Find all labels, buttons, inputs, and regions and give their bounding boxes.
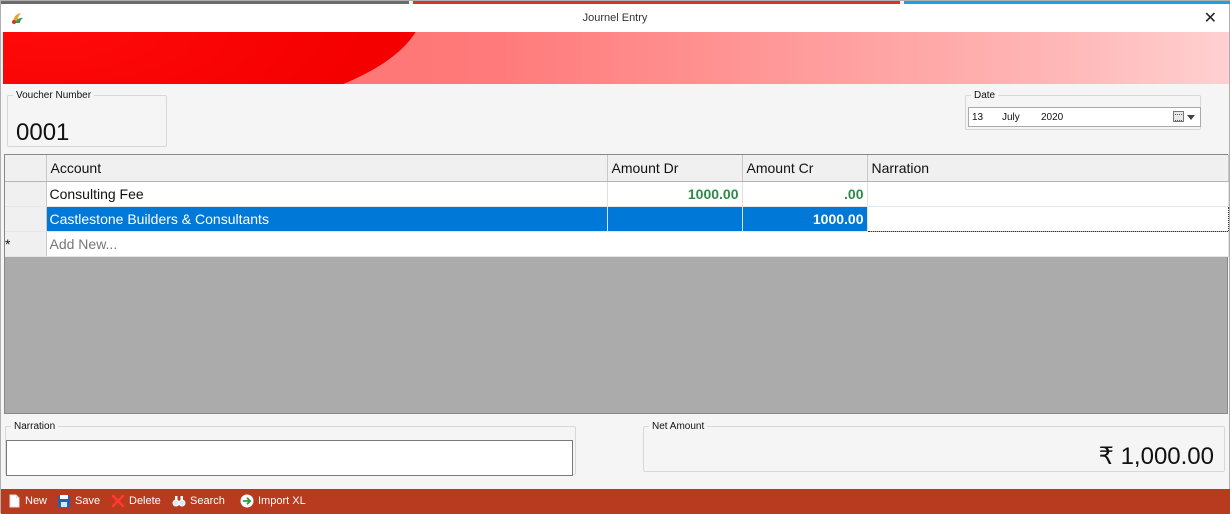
header-banner	[3, 32, 1229, 84]
amount-cr-cell[interactable]: 1000.00	[742, 206, 868, 232]
narration-cell-editing[interactable]	[866, 205, 1229, 232]
narration-label: Narration	[14, 421, 56, 432]
import-xl-button[interactable]: Import XL	[240, 494, 310, 510]
amount-dr-cell[interactable]	[607, 206, 743, 232]
new-row-marker: *	[5, 231, 47, 257]
new-button[interactable]: New	[7, 494, 49, 510]
narration-group: Narration	[5, 421, 576, 476]
table-row[interactable]: Consulting Fee 1000.00 .00	[5, 181, 1229, 207]
date-year[interactable]: 2020	[1041, 112, 1063, 123]
add-new-placeholder[interactable]: Add New...	[46, 231, 1229, 257]
grid-header-row: Account Amount Dr Amount Cr Narration	[5, 155, 1229, 182]
amount-cr-cell[interactable]: .00	[742, 181, 868, 207]
title-bar: Journel Entry ✕	[1, 4, 1229, 32]
voucher-number-group: Voucher Number 0001	[7, 90, 167, 147]
amount-dr-cell[interactable]: 1000.00	[607, 181, 743, 207]
new-document-icon	[9, 494, 20, 508]
binoculars-icon	[172, 496, 186, 507]
column-header-account[interactable]: Account	[46, 155, 608, 182]
account-cell[interactable]: Consulting Fee	[46, 181, 608, 207]
date-group: Date 13 July 2020	[965, 90, 1201, 130]
delete-icon	[111, 494, 125, 508]
net-amount-group: Net Amount ₹ 1,000.00	[643, 421, 1225, 472]
journal-grid[interactable]: Account Amount Dr Amount Cr Narration Co…	[4, 154, 1229, 414]
save-button-label: Save	[75, 495, 101, 507]
banner-shape	[3, 32, 423, 84]
account-cell[interactable]: Castlestone Builders & Consultants	[46, 206, 608, 232]
chevron-down-icon[interactable]	[1187, 115, 1195, 120]
row-header-corner	[5, 155, 47, 182]
search-button-label: Search	[190, 495, 225, 507]
delete-button[interactable]: Delete	[111, 494, 163, 510]
row-header[interactable]	[5, 206, 47, 232]
import-xl-button-label: Import XL	[258, 495, 306, 507]
table-row-selected[interactable]: Castlestone Builders & Consultants 1000.…	[5, 205, 1229, 232]
close-icon[interactable]: ✕	[1204, 7, 1217, 29]
journal-entry-window: Journel Entry ✕ Voucher Number 0001 Date…	[0, 0, 1230, 514]
new-button-label: New	[25, 495, 48, 507]
date-picker[interactable]: 13 July 2020	[968, 107, 1201, 127]
save-icon	[58, 495, 70, 507]
voucher-number-label: Voucher Number	[16, 90, 92, 101]
net-amount-label: Net Amount	[652, 421, 705, 432]
add-new-row[interactable]: * Add New...	[5, 231, 1229, 257]
save-button[interactable]: Save	[57, 494, 103, 510]
arrow-right-circle-icon	[240, 494, 254, 508]
search-button[interactable]: Search	[172, 494, 227, 510]
row-header[interactable]	[5, 181, 47, 207]
delete-button-label: Delete	[129, 495, 161, 507]
bottom-toolbar: New Save Delete Search Import XL	[1, 489, 1230, 514]
date-day[interactable]: 13	[972, 112, 983, 123]
narration-input[interactable]	[6, 440, 573, 476]
column-header-amount-cr[interactable]: Amount Cr	[742, 155, 868, 182]
voucher-number-value: 0001	[16, 119, 70, 146]
window-title: Journel Entry	[582, 12, 648, 24]
date-month[interactable]: July	[1002, 112, 1020, 123]
column-header-narration[interactable]: Narration	[867, 155, 1229, 182]
column-header-amount-dr[interactable]: Amount Dr	[607, 155, 743, 182]
narration-cell[interactable]	[867, 181, 1229, 207]
net-amount-value: ₹ 1,000.00	[1098, 443, 1214, 470]
calendar-icon[interactable]	[1173, 111, 1184, 122]
date-label: Date	[974, 90, 996, 101]
